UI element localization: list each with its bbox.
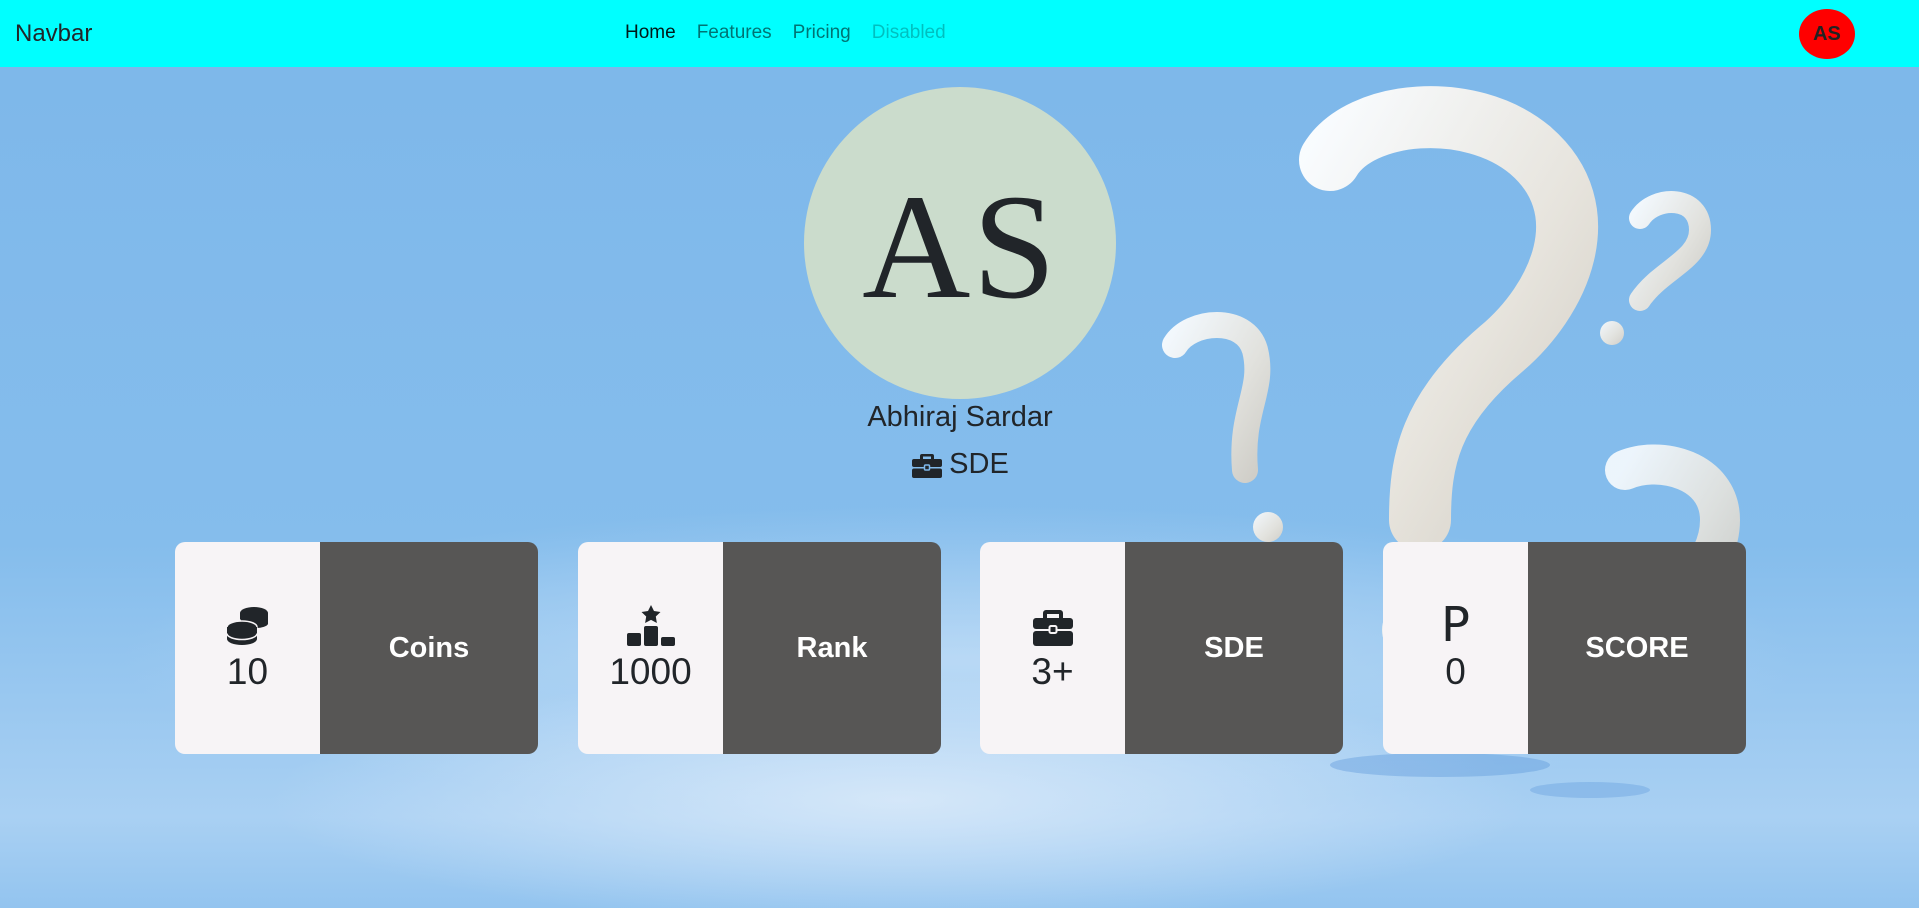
p-letter-icon: P	[1441, 597, 1470, 653]
rank-value: 1000	[609, 651, 692, 692]
nav-links: Home Features Pricing Disabled	[625, 22, 967, 44]
experience-value: 3+	[1031, 651, 1074, 692]
stat-card-experience: 3+ SDE	[980, 542, 1343, 754]
stat-card-value-panel: P 0	[1383, 542, 1528, 754]
score-label: SCORE	[1528, 542, 1746, 754]
nav-link-pricing[interactable]: Pricing	[793, 22, 851, 44]
nav-link-disabled: Disabled	[871, 22, 946, 43]
stat-card-rank: 1000 Rank	[578, 542, 941, 754]
experience-label: SDE	[1125, 542, 1343, 754]
profile-name: Abhiraj Sardar	[867, 401, 1053, 433]
navbar-brand[interactable]: Navbar	[15, 20, 92, 48]
profile-avatar: AS	[804, 87, 1116, 399]
stat-card-value-panel: 10	[175, 542, 320, 754]
coins-label: Coins	[320, 542, 538, 754]
score-value: 0	[1445, 651, 1466, 692]
profile-role: SDE	[760, 448, 1160, 481]
coins-icon	[225, 603, 270, 647]
stat-card-value-panel: 3+	[980, 542, 1125, 754]
rank-label: Rank	[723, 542, 941, 754]
stat-card-score: P 0 SCORE	[1383, 542, 1746, 754]
top-navbar: Navbar Home Features Pricing Disabled AS	[0, 0, 1919, 67]
stat-card-coins: 10 Coins	[175, 542, 538, 754]
profile-role-label: SDE	[949, 448, 1009, 480]
nav-link-features[interactable]: Features	[697, 22, 772, 44]
briefcase-icon	[912, 453, 943, 478]
nav-link-home[interactable]: Home	[625, 22, 676, 44]
user-avatar-button[interactable]: AS	[1799, 9, 1855, 59]
ranking-podium-icon	[625, 603, 677, 647]
briefcase-icon	[1032, 603, 1074, 647]
coins-value: 10	[226, 651, 269, 692]
stat-card-value-panel: 1000	[578, 542, 723, 754]
